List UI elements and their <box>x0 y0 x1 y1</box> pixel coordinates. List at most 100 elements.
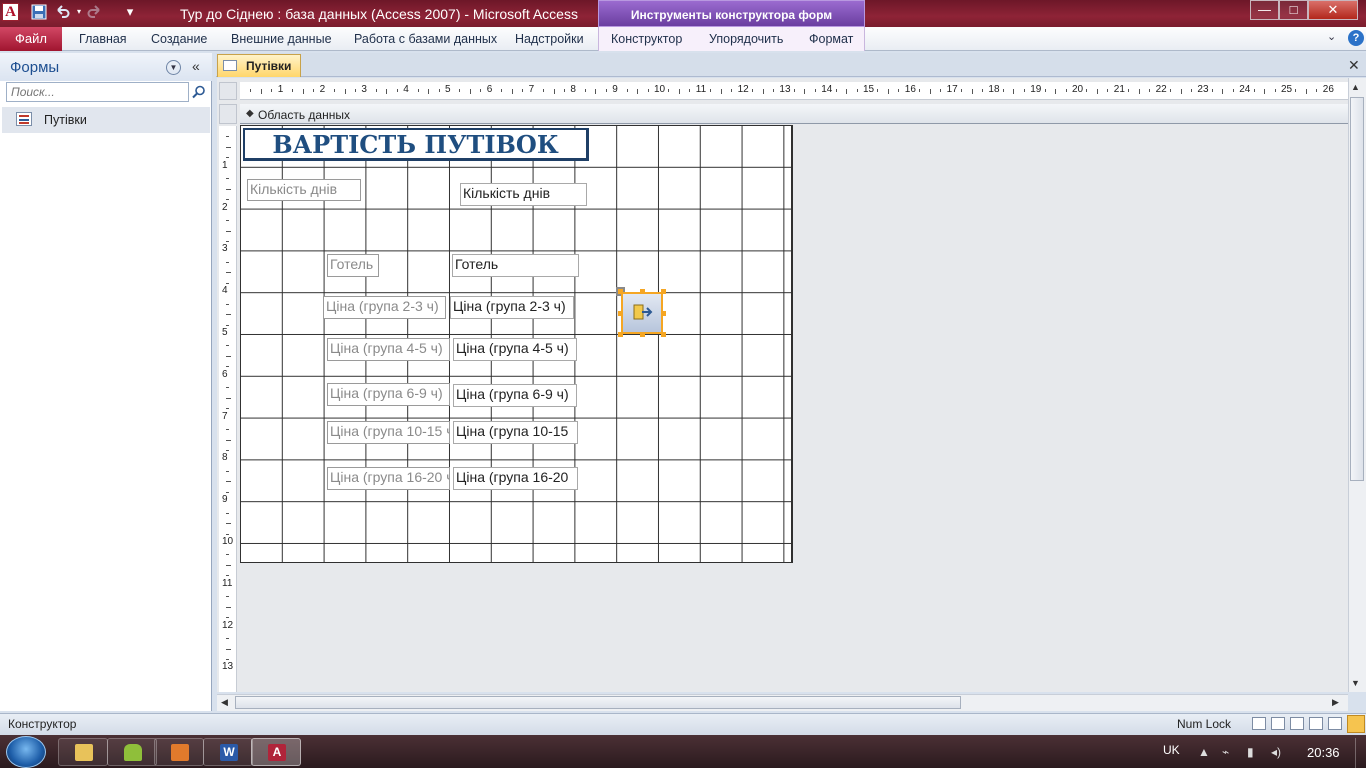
file-tab[interactable]: Файл <box>0 27 62 51</box>
label-price-10-15[interactable]: Ціна (група 10-15 ч) <box>327 421 450 444</box>
nav-title[interactable]: Формы <box>10 59 59 76</box>
resize-handle[interactable] <box>661 311 666 316</box>
label-days[interactable]: Кількість днів <box>247 179 361 201</box>
network-icon[interactable]: ⌁ <box>1222 745 1229 759</box>
field-price-10-15[interactable]: Ціна (група 10-15 <box>453 421 578 444</box>
maximize-button[interactable]: □ <box>1279 0 1308 20</box>
label-price-2-3[interactable]: Ціна (група 2-3 ч) <box>323 296 446 319</box>
scroll-right-icon[interactable]: ▶ <box>1332 697 1339 708</box>
ruler-h-number: 10 <box>654 84 666 95</box>
field-hotel[interactable]: Готель <box>452 254 579 277</box>
field-price-6-9[interactable]: Ціна (група 6-9 ч) <box>453 384 577 407</box>
pivot-chart-view-icon[interactable] <box>1309 717 1323 730</box>
horizontal-ruler[interactable]: 1 2 3 4 5 6 7 8 9 10 11 12 13 14 15 16 17 18 19 20 21 22 23 24 2… <box>240 82 1348 100</box>
save-icon[interactable] <box>31 4 47 20</box>
undo-icon[interactable] <box>54 4 70 20</box>
start-button[interactable] <box>6 736 46 768</box>
resize-handle[interactable] <box>618 332 623 337</box>
tab-design[interactable]: Конструктор <box>611 32 682 46</box>
clock[interactable]: 20:36 <box>1307 745 1340 760</box>
scroll-left-icon[interactable]: ◀ <box>221 697 228 708</box>
tray-expand-icon[interactable]: ▲ <box>1198 745 1210 759</box>
detail-section-bar[interactable] <box>240 104 1348 124</box>
ruler-tick <box>846 89 848 94</box>
tab-format[interactable]: Формат <box>809 32 853 46</box>
taskbar-android[interactable] <box>107 738 157 766</box>
ruler-corner[interactable] <box>219 82 237 100</box>
field-price-2-3[interactable]: Ціна (група 2-3 ч) <box>450 296 574 319</box>
nav-item-putivky[interactable] <box>2 107 210 133</box>
language-indicator[interactable]: UK <box>1163 743 1180 757</box>
redo-icon[interactable] <box>87 4 103 20</box>
label-price-16-20[interactable]: Ціна (група 16-20 ч) <box>327 467 450 490</box>
show-desktop-button[interactable] <box>1355 738 1366 768</box>
label-price-6-9[interactable]: Ціна (група 6-9 ч) <box>327 383 450 406</box>
minimize-button[interactable]: — <box>1250 0 1279 20</box>
tab-addins[interactable]: Надстройки <box>515 32 584 46</box>
scroll-up-icon[interactable]: ▲ <box>1351 82 1360 92</box>
nav-dropdown-icon[interactable]: ▼ <box>166 60 181 75</box>
form-view-icon[interactable] <box>1252 717 1266 730</box>
taskbar-media[interactable] <box>154 738 204 766</box>
tab-database-tools[interactable]: Работа с базами данных <box>354 32 497 46</box>
resize-handle[interactable] <box>618 289 623 294</box>
help-icon[interactable]: ? <box>1348 30 1364 46</box>
ribbon-minimize-icon[interactable]: ⌄ <box>1327 30 1339 46</box>
section-selector[interactable] <box>219 104 237 124</box>
tab-external-data[interactable]: Внешние данные <box>231 32 332 46</box>
exit-icon <box>633 304 653 320</box>
ruler-tick <box>226 397 231 399</box>
resize-handle[interactable] <box>618 311 623 316</box>
ruler-tick <box>226 439 231 441</box>
nav-collapse-icon[interactable]: « <box>192 58 200 74</box>
pivot-table-view-icon[interactable] <box>1290 717 1304 730</box>
customize-toolbar-icon[interactable]: ▾ <box>122 4 138 20</box>
field-price-16-20[interactable]: Ціна (група 16-20 <box>453 467 578 490</box>
ruler-tick <box>226 648 231 650</box>
resize-handle[interactable] <box>661 289 666 294</box>
design-view-icon[interactable] <box>1347 715 1365 733</box>
resize-handle[interactable] <box>640 332 645 337</box>
ruler-tick <box>1180 89 1182 94</box>
layout-view-icon[interactable] <box>1328 717 1342 730</box>
tab-create[interactable]: Создание <box>151 32 207 46</box>
scroll-down-icon[interactable]: ▼ <box>1351 678 1360 688</box>
resize-handle[interactable] <box>640 289 645 294</box>
tab-arrange[interactable]: Упорядочить <box>709 32 783 46</box>
ruler-tick <box>563 89 565 92</box>
taskbar-access[interactable]: A <box>251 738 301 766</box>
form-title-label[interactable]: ВАРТІСТЬ ПУТІВОК <box>243 128 589 161</box>
label-price-4-5[interactable]: Ціна (група 4-5 ч) <box>327 338 450 361</box>
label-hotel[interactable]: Готель <box>327 254 379 277</box>
ruler-tick <box>226 136 229 138</box>
ruler-tick <box>226 554 229 556</box>
ruler-tick <box>1044 89 1046 92</box>
ruler-v-number: 3 <box>222 243 228 255</box>
access-app-icon[interactable]: A <box>2 3 19 21</box>
vertical-ruler[interactable]: 1 2 3 4 5 6 7 8 9 10 11 12 13 <box>219 126 237 692</box>
ruler-tick <box>522 89 524 92</box>
undo-dropdown-icon[interactable]: ▾ <box>71 4 87 20</box>
datasheet-view-icon[interactable] <box>1271 717 1285 730</box>
command-button[interactable] <box>621 292 663 334</box>
field-days[interactable]: Кількість днів <box>460 183 587 206</box>
ruler-tick <box>1170 89 1172 92</box>
taskbar-word[interactable]: W <box>203 738 253 766</box>
resize-handle[interactable] <box>661 332 666 337</box>
ruler-v-number: 7 <box>222 410 228 422</box>
taskbar-explorer[interactable] <box>58 738 108 766</box>
numlock-indicator: Num Lock <box>1177 717 1232 731</box>
close-button[interactable]: ✕ <box>1308 0 1358 20</box>
horizontal-scroll-thumb[interactable] <box>235 696 961 709</box>
ruler-tick <box>752 89 754 92</box>
close-document-icon[interactable]: ✕ <box>1348 57 1360 74</box>
usb-icon[interactable]: ▮ <box>1247 745 1254 759</box>
tab-home[interactable]: Главная <box>79 32 127 46</box>
nav-search-input[interactable] <box>6 82 189 102</box>
word-icon: W <box>220 744 238 761</box>
volume-icon[interactable]: ◂) <box>1271 745 1281 759</box>
search-icon[interactable] <box>192 85 206 99</box>
ruler-h-number: 24 <box>1239 84 1251 95</box>
field-price-4-5[interactable]: Ціна (група 4-5 ч) <box>453 338 577 361</box>
vertical-scroll-thumb[interactable] <box>1350 97 1364 481</box>
